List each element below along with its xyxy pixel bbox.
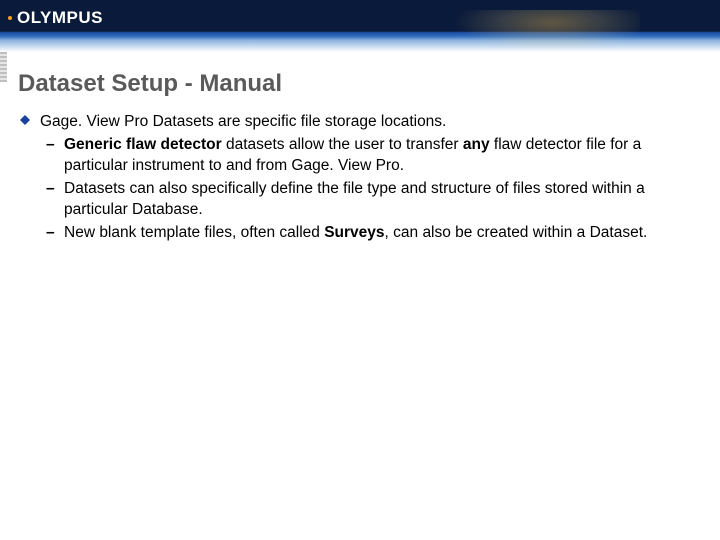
list-item: – Generic flaw detector datasets allow t… [18,135,702,177]
slide-header: OLYMPUS [0,0,720,52]
bold-text: Surveys [324,224,384,241]
header-glow [420,10,640,52]
brand-logo: OLYMPUS [8,8,103,28]
dash-bullet-icon: – [46,179,56,200]
slide-title: Dataset Setup - Manual [18,70,702,98]
text-run: , can also be created within a Dataset. [385,224,648,241]
bold-text: Generic flaw detector [64,136,222,153]
logo-dot-icon [8,16,12,20]
list-item: – Datasets can also specifically define … [18,179,702,221]
slide-content: Dataset Setup - Manual Gage. View Pro Da… [0,52,720,258]
list-item: – New blank template files, often called… [18,223,702,244]
bullet-text: New blank template files, often called S… [64,223,702,244]
brand-name: OLYMPUS [17,8,103,28]
bullet-text: Generic flaw detector datasets allow the… [64,135,702,177]
dash-bullet-icon: – [46,135,56,156]
list-item: Gage. View Pro Datasets are specific fil… [18,112,702,133]
bullet-text: Gage. View Pro Datasets are specific fil… [40,112,702,133]
text-run: New blank template files, often called [64,224,324,241]
dash-bullet-icon: – [46,223,56,244]
diamond-bullet-icon [20,110,30,120]
bullet-text: Datasets can also specifically define th… [64,179,702,221]
bold-text: any [463,136,490,153]
bullet-list: Gage. View Pro Datasets are specific fil… [18,112,702,244]
side-band-decoration [0,52,7,82]
text-run: datasets allow the user to transfer [222,136,463,153]
